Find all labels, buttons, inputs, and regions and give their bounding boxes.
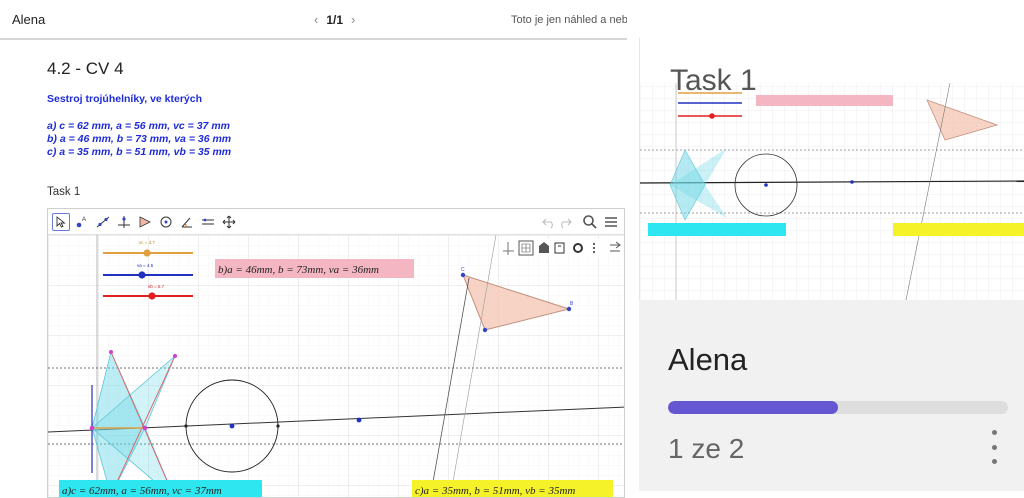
progress-count: 1 ze 2 — [668, 433, 745, 464]
owner-name: Alena — [12, 12, 46, 27]
svg-text:vc = 3.7: vc = 3.7 — [139, 240, 155, 245]
progress-bar — [668, 401, 1008, 414]
page-indicator: 1/1 — [326, 12, 344, 27]
task-label: Task 1 — [47, 186, 81, 198]
svg-text:va = 4.5: va = 4.5 — [137, 263, 154, 268]
more-vertical-icon[interactable] — [985, 430, 1003, 464]
move-tool-icon[interactable] — [52, 213, 70, 231]
geogebra-applet[interactable]: A vc = 3.7 va = 4.5 vb = 5.7 b)a = 46mm,… — [47, 208, 625, 498]
geometry-canvas[interactable]: vc = 3.7 va = 4.5 vb = 5.7 b)a = 46mm, b… — [48, 235, 625, 498]
line-tool-icon[interactable] — [94, 213, 112, 231]
student-name: Alena — [668, 342, 748, 377]
chevron-left-icon[interactable]: ‹ — [314, 12, 318, 27]
label-c-text: c)a = 35mm, b = 51mm, vb = 35mm — [415, 485, 575, 497]
thumbnail-title: Task 1 — [670, 64, 757, 97]
svg-text:C: C — [461, 267, 465, 273]
view-style-bar[interactable] — [500, 239, 625, 257]
redo-icon[interactable] — [558, 215, 572, 234]
move-view-tool-icon[interactable] — [220, 213, 238, 231]
svg-text:vb = 5.7: vb = 5.7 — [148, 284, 165, 289]
label-a-text: a)c = 62mm, a = 56mm, vc = 37mm — [62, 485, 222, 497]
angle-tool-icon[interactable] — [178, 213, 196, 231]
task-thumbnail[interactable]: Task 1 — [639, 38, 1024, 300]
instruction-item-b: b) a = 46 mm, b = 73 mm, va = 36 mm — [47, 133, 232, 145]
search-icon[interactable] — [582, 214, 598, 235]
point-tool-icon[interactable]: A — [73, 213, 91, 231]
circle-tool-icon[interactable] — [157, 213, 175, 231]
student-card: Alena 1 ze 2 — [639, 300, 1024, 491]
instructions: Sestroj trojúhelníky, ve kterých a) c = … — [47, 93, 231, 159]
page-navigator: ‹ 1/1 › — [314, 12, 355, 27]
document-header: Alena ‹ 1/1 › Toto je jen náhled a neb — [0, 0, 627, 40]
submission-card-panel: Task 1 Alena 1 ze 2 — [639, 38, 1024, 491]
chevron-right-icon[interactable]: › — [351, 12, 355, 27]
applet-toolbar: A — [48, 209, 624, 235]
reflect-tool-icon[interactable] — [199, 213, 217, 231]
label-b-text: b)a = 46mm, b = 73mm, va = 36mm — [218, 264, 379, 276]
page-title: 4.2 - CV 4 — [47, 59, 124, 78]
progress-fill — [668, 401, 838, 414]
perpendicular-tool-icon[interactable] — [115, 213, 133, 231]
instruction-item-a: a) c = 62 mm, a = 56 mm, vc = 37 mm — [47, 120, 230, 132]
preview-notice: Toto je jen náhled a neb — [511, 14, 627, 26]
undo-icon[interactable] — [542, 215, 556, 234]
instruction-item-c: c) a = 35 mm, b = 51 mm, vb = 35 mm — [47, 146, 232, 158]
polygon-tool-icon[interactable] — [136, 213, 154, 231]
menu-icon[interactable] — [604, 215, 618, 234]
svg-text:A: A — [82, 217, 86, 223]
document-body: 4.2 - CV 4 Sestroj trojúhelníky, ve kter… — [0, 42, 627, 498]
instruction-text: Sestroj trojúhelníky, ve kterých — [47, 93, 203, 105]
